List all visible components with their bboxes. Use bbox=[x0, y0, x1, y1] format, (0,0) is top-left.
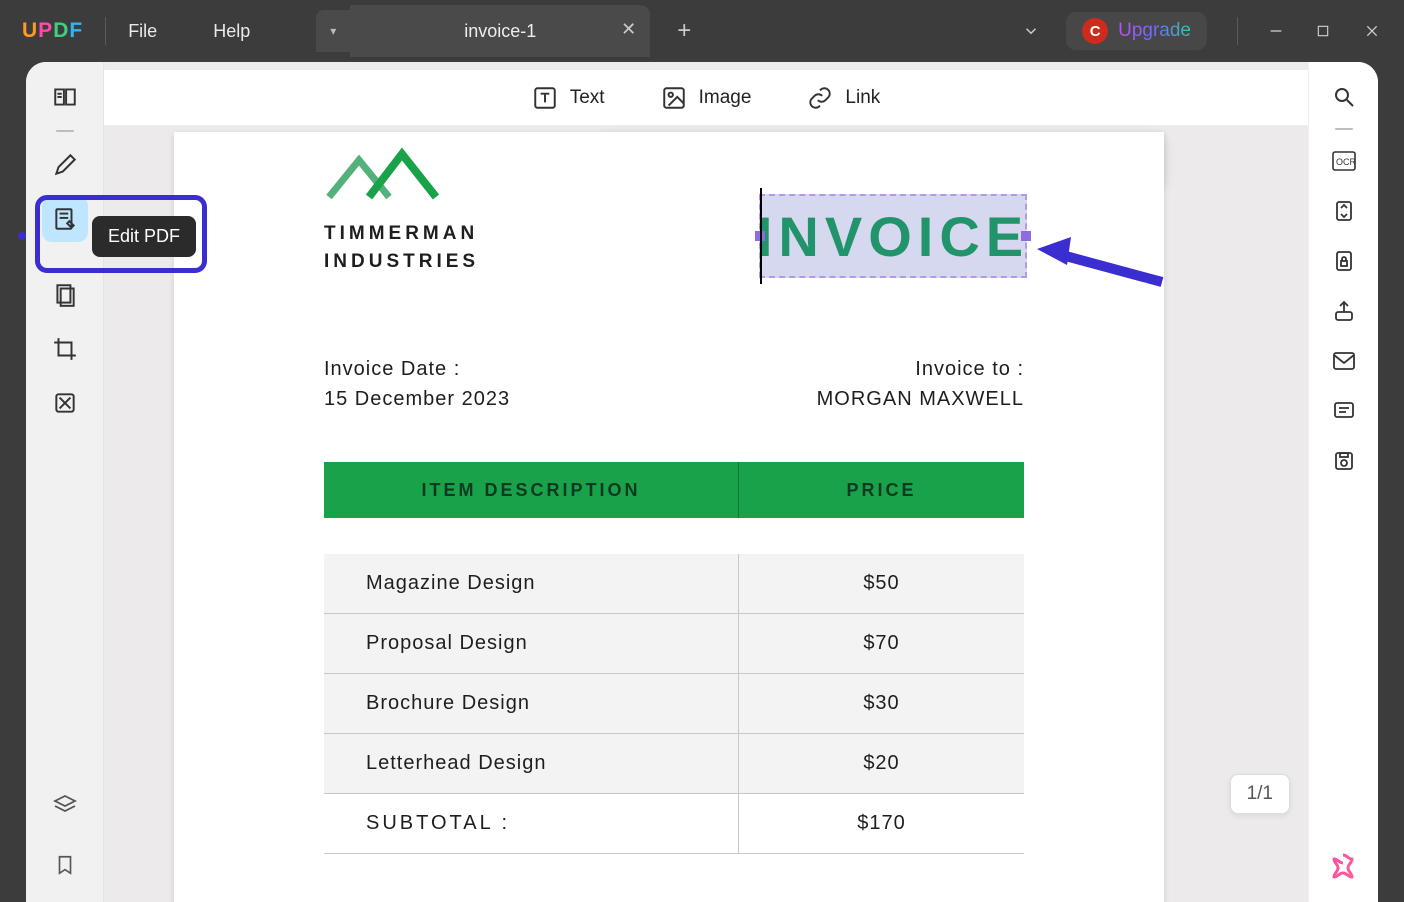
col-item: ITEM DESCRIPTION bbox=[324, 462, 739, 518]
window-close-icon[interactable] bbox=[1364, 23, 1386, 39]
table-header: ITEM DESCRIPTION PRICE bbox=[324, 462, 1024, 518]
item-cell: Brochure Design bbox=[324, 674, 739, 733]
share-icon[interactable] bbox=[1323, 290, 1365, 332]
image-label: Image bbox=[699, 87, 752, 109]
table-row: Brochure Design $30 bbox=[324, 674, 1024, 734]
comment-tool[interactable] bbox=[42, 142, 88, 188]
menu-help[interactable]: Help bbox=[213, 21, 250, 42]
table-row: Magazine Design $50 bbox=[324, 554, 1024, 614]
item-cell: Proposal Design bbox=[324, 614, 739, 673]
table-row: Letterhead Design $20 bbox=[324, 734, 1024, 794]
document-tab[interactable]: invoice-1 ✕ bbox=[350, 5, 650, 57]
page-indicator[interactable]: 1/1 bbox=[1230, 774, 1290, 814]
window-minimize-icon[interactable] bbox=[1268, 23, 1290, 39]
pdf-page[interactable]: TIMMERMAN INDUSTRIES INVOICE Invoice Dat… bbox=[174, 132, 1164, 902]
tooltip: Edit PDF bbox=[92, 216, 196, 257]
add-image-button[interactable]: Image bbox=[661, 85, 752, 111]
save-icon[interactable] bbox=[1323, 440, 1365, 482]
upgrade-label: Upgrade bbox=[1118, 20, 1191, 42]
separator bbox=[56, 130, 74, 132]
window-maximize-icon[interactable] bbox=[1316, 24, 1338, 38]
invoice-table: ITEM DESCRIPTION PRICE Magazine Design $… bbox=[324, 462, 1024, 854]
text-selection[interactable]: INVOICE bbox=[759, 194, 1027, 278]
invoice-to: Invoice to : MORGAN MAXWELL bbox=[817, 354, 1024, 414]
user-avatar: C bbox=[1082, 18, 1108, 44]
workspace: Text Image Link 68.44 ▼ ArialNarrow-Bold… bbox=[26, 62, 1378, 902]
subtotal-row: SUBTOTAL : $170 bbox=[324, 794, 1024, 854]
titlebar: UPDF File Help ▾ invoice-1 ✕ + C Upgrade bbox=[0, 0, 1404, 62]
company-name: TIMMERMAN INDUSTRIES bbox=[324, 220, 479, 275]
item-cell: Magazine Design bbox=[324, 554, 739, 613]
edit-pdf-tool[interactable] bbox=[42, 196, 88, 242]
item-cell: Letterhead Design bbox=[324, 734, 739, 793]
app-logo: UPDF bbox=[22, 19, 83, 43]
text-label: Text bbox=[570, 87, 605, 109]
crop-tool[interactable] bbox=[42, 326, 88, 372]
annotation-dot bbox=[18, 232, 26, 240]
tab-list-dropdown[interactable]: ▾ bbox=[316, 10, 350, 52]
upgrade-button[interactable]: C Upgrade bbox=[1066, 12, 1207, 50]
watermark-tool[interactable] bbox=[42, 380, 88, 426]
left-toolbar bbox=[26, 62, 104, 902]
add-link-button[interactable]: Link bbox=[807, 85, 880, 111]
protect-icon[interactable] bbox=[1323, 240, 1365, 282]
invoice-title: INVOICE bbox=[757, 204, 1029, 269]
price-cell: $20 bbox=[739, 734, 1024, 793]
layers-icon[interactable] bbox=[42, 782, 88, 828]
col-price: PRICE bbox=[739, 462, 1024, 518]
tab-close-icon[interactable]: ✕ bbox=[621, 19, 636, 40]
add-text-button[interactable]: Text bbox=[532, 85, 605, 111]
page-tools[interactable] bbox=[42, 272, 88, 318]
invoice-date: Invoice Date : 15 December 2023 bbox=[324, 354, 510, 414]
edit-toolbar: Text Image Link bbox=[104, 70, 1308, 126]
separator bbox=[1335, 128, 1353, 130]
menu-file[interactable]: File bbox=[128, 21, 157, 42]
divider bbox=[1237, 17, 1238, 45]
email-icon[interactable] bbox=[1323, 340, 1365, 382]
price-cell: $70 bbox=[739, 614, 1024, 673]
search-icon[interactable] bbox=[1323, 76, 1365, 118]
subtotal-label: SUBTOTAL : bbox=[324, 794, 739, 853]
subtotal-value: $170 bbox=[739, 794, 1024, 853]
link-label: Link bbox=[845, 87, 880, 109]
ai-assistant-icon[interactable] bbox=[1326, 850, 1360, 884]
canvas-area: Text Image Link 68.44 ▼ ArialNarrow-Bold… bbox=[104, 62, 1308, 902]
tab-title: invoice-1 bbox=[464, 21, 536, 42]
table-row: Proposal Design $70 bbox=[324, 614, 1024, 674]
new-tab-button[interactable]: + bbox=[664, 11, 704, 51]
recent-dropdown-icon[interactable] bbox=[1022, 22, 1040, 40]
price-cell: $50 bbox=[739, 554, 1024, 613]
right-toolbar: OCR bbox=[1308, 62, 1378, 902]
divider bbox=[105, 17, 106, 45]
annotate-icon[interactable] bbox=[1323, 390, 1365, 432]
reader-tool[interactable] bbox=[42, 74, 88, 120]
arrow-annotation bbox=[1037, 237, 1167, 297]
convert-icon[interactable] bbox=[1323, 190, 1365, 232]
ocr-icon[interactable]: OCR bbox=[1323, 140, 1365, 182]
svg-text:OCR: OCR bbox=[1336, 157, 1357, 167]
price-cell: $30 bbox=[739, 674, 1024, 733]
bookmark-icon[interactable] bbox=[42, 842, 88, 888]
text-cursor bbox=[760, 188, 762, 284]
company-logo bbox=[324, 142, 464, 212]
